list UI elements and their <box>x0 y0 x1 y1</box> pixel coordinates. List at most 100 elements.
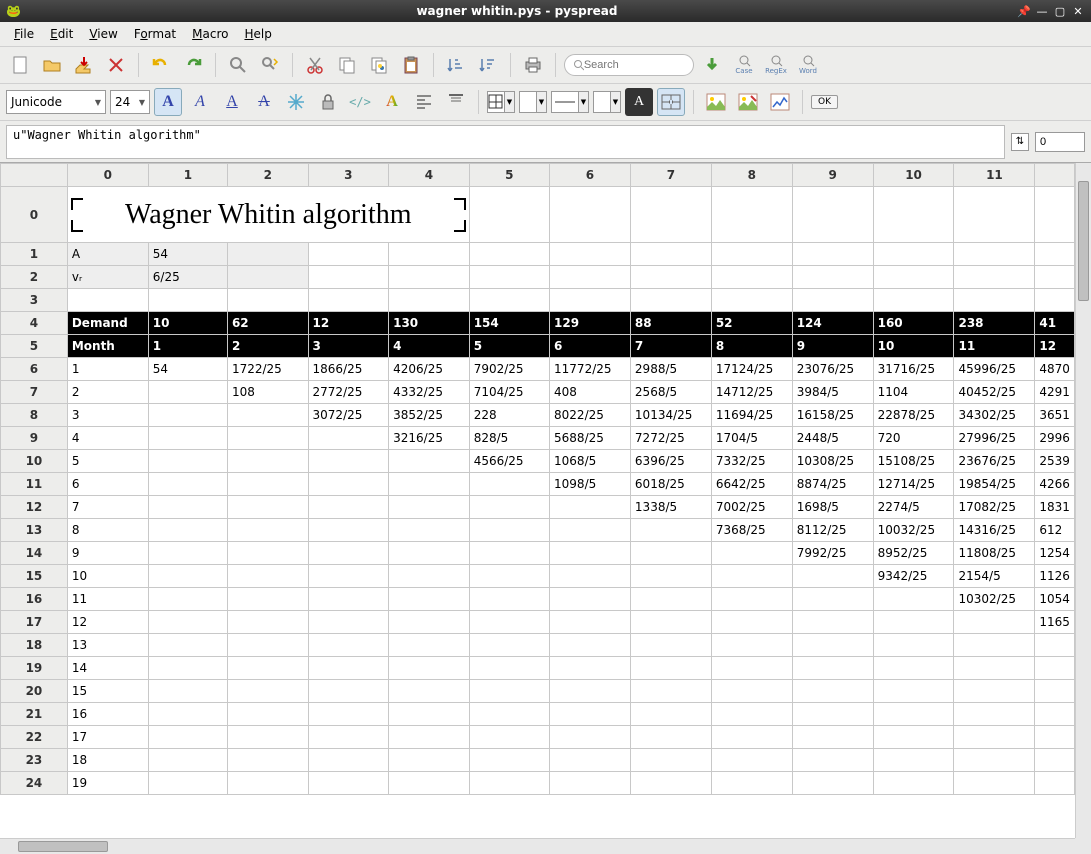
cell[interactable] <box>148 611 227 634</box>
cell[interactable]: 1338/5 <box>630 496 711 519</box>
cell[interactable] <box>711 588 792 611</box>
cell[interactable] <box>308 243 389 266</box>
cell[interactable] <box>308 588 389 611</box>
cell[interactable]: 23076/25 <box>792 358 873 381</box>
cell[interactable] <box>227 565 308 588</box>
cell[interactable] <box>873 703 954 726</box>
cell[interactable] <box>550 289 631 312</box>
cell[interactable]: 54 <box>148 243 227 266</box>
cell[interactable]: 1098/5 <box>550 473 631 496</box>
col-header[interactable]: 4 <box>389 164 470 187</box>
cell[interactable]: 9 <box>792 335 873 358</box>
ok-button[interactable]: OK <box>811 95 838 109</box>
cell[interactable]: 2 <box>227 335 308 358</box>
cell[interactable] <box>148 680 227 703</box>
cell[interactable]: 1704/5 <box>711 427 792 450</box>
cell[interactable] <box>550 680 631 703</box>
cell[interactable] <box>792 565 873 588</box>
cell[interactable] <box>389 749 470 772</box>
cell[interactable]: 2568/5 <box>630 381 711 404</box>
cut-icon[interactable] <box>301 51 329 79</box>
cell[interactable]: 52 <box>711 312 792 335</box>
cell[interactable]: 9342/25 <box>873 565 954 588</box>
cell[interactable] <box>1035 703 1075 726</box>
minimize-button[interactable]: — <box>1035 4 1049 18</box>
row-header[interactable]: 3 <box>1 289 68 312</box>
border-color-swatch[interactable]: ▼ <box>487 91 515 113</box>
cell[interactable] <box>954 266 1035 289</box>
cell[interactable]: 5 <box>469 335 549 358</box>
open-icon[interactable] <box>38 51 66 79</box>
cell[interactable]: 160 <box>873 312 954 335</box>
cell[interactable] <box>711 657 792 680</box>
vertical-scrollbar[interactable] <box>1075 163 1091 838</box>
cell[interactable]: 17082/25 <box>954 496 1035 519</box>
row-header[interactable]: 6 <box>1 358 68 381</box>
cell[interactable]: 34302/25 <box>954 404 1035 427</box>
menu-file[interactable]: File <box>6 24 42 44</box>
case-icon[interactable]: Case <box>730 51 758 79</box>
cell[interactable]: 45996/25 <box>954 358 1035 381</box>
redo-icon[interactable] <box>179 51 207 79</box>
cell[interactable] <box>792 749 873 772</box>
cell[interactable]: Demand <box>67 312 148 335</box>
cell[interactable]: 11 <box>67 588 148 611</box>
cell[interactable] <box>389 657 470 680</box>
cell[interactable] <box>469 496 549 519</box>
new-icon[interactable] <box>6 51 34 79</box>
cell[interactable] <box>227 404 308 427</box>
cell[interactable]: 2772/25 <box>308 381 389 404</box>
cell[interactable]: 12 <box>308 312 389 335</box>
cell[interactable]: 15108/25 <box>873 450 954 473</box>
close-button[interactable]: ✕ <box>1071 4 1085 18</box>
cell[interactable] <box>308 289 389 312</box>
cell[interactable] <box>711 703 792 726</box>
cell[interactable] <box>308 772 389 795</box>
cell[interactable]: 23676/25 <box>954 450 1035 473</box>
text-bg-icon[interactable]: A <box>625 88 653 116</box>
col-header[interactable]: 0 <box>67 164 148 187</box>
cell[interactable] <box>469 657 549 680</box>
cell[interactable]: vᵣ <box>67 266 148 289</box>
cell[interactable]: 8112/25 <box>792 519 873 542</box>
row-header[interactable]: 21 <box>1 703 68 726</box>
row-header[interactable]: 19 <box>1 657 68 680</box>
cell[interactable]: A <box>67 243 148 266</box>
merge-cells-icon[interactable] <box>657 88 685 116</box>
maximize-button[interactable]: ▢ <box>1053 4 1067 18</box>
row-header[interactable]: 2 <box>1 266 68 289</box>
cell[interactable]: 1 <box>148 335 227 358</box>
cell[interactable]: 2539 <box>1035 450 1075 473</box>
bg-color-swatch[interactable]: ▼ <box>593 91 621 113</box>
cell[interactable] <box>389 680 470 703</box>
cell[interactable] <box>148 519 227 542</box>
row-header[interactable]: 17 <box>1 611 68 634</box>
cell[interactable] <box>227 496 308 519</box>
row-header[interactable]: 23 <box>1 749 68 772</box>
cell[interactable] <box>630 703 711 726</box>
cell[interactable]: 8952/25 <box>873 542 954 565</box>
cell[interactable]: 1866/25 <box>308 358 389 381</box>
cell[interactable] <box>389 634 470 657</box>
cell[interactable]: 27996/25 <box>954 427 1035 450</box>
cell[interactable] <box>711 680 792 703</box>
col-header[interactable]: 5 <box>469 164 549 187</box>
cell[interactable] <box>308 565 389 588</box>
cell[interactable]: 3852/25 <box>389 404 470 427</box>
cell[interactable] <box>469 588 549 611</box>
cell[interactable] <box>711 634 792 657</box>
cell[interactable]: 7332/25 <box>711 450 792 473</box>
col-header[interactable]: 9 <box>792 164 873 187</box>
cell[interactable]: 4266 <box>1035 473 1075 496</box>
cell[interactable]: 14316/25 <box>954 519 1035 542</box>
cell[interactable] <box>148 565 227 588</box>
cell[interactable]: 1698/5 <box>792 496 873 519</box>
row-header[interactable]: 7 <box>1 381 68 404</box>
cell[interactable]: 19 <box>67 772 148 795</box>
cell[interactable] <box>954 611 1035 634</box>
menu-help[interactable]: Help <box>236 24 279 44</box>
cell[interactable] <box>469 680 549 703</box>
row-header[interactable]: 16 <box>1 588 68 611</box>
cell[interactable]: 10 <box>148 312 227 335</box>
cell[interactable] <box>792 289 873 312</box>
